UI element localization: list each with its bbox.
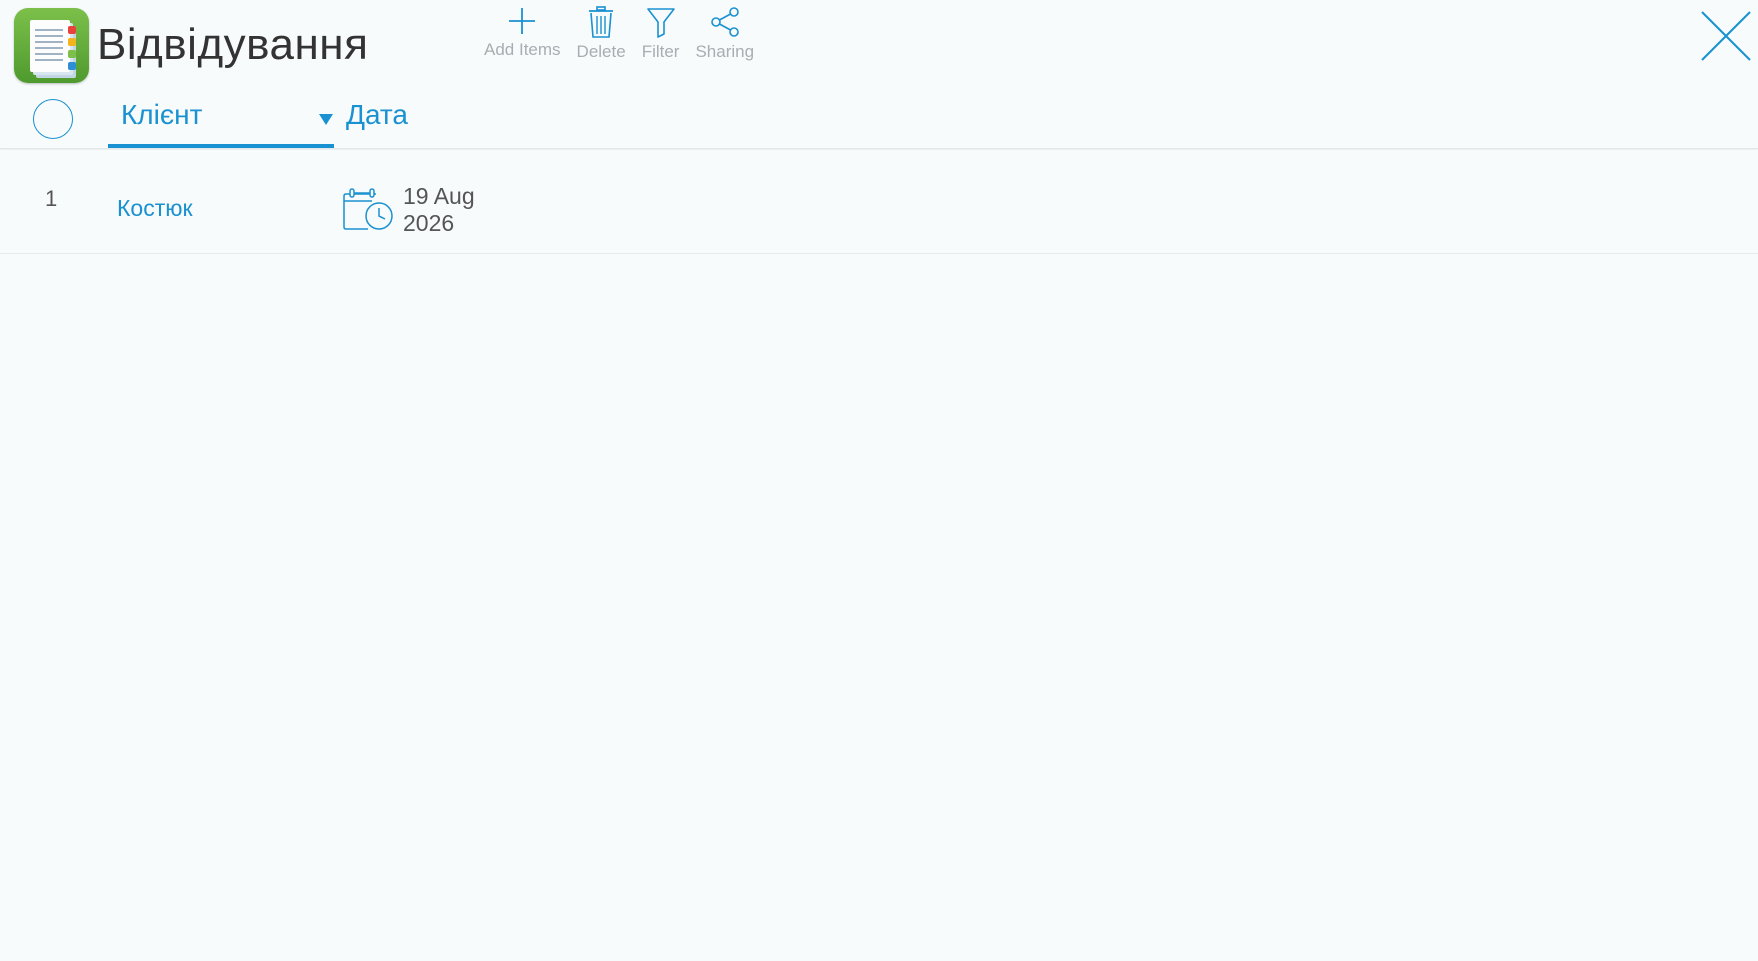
sort-descending-icon[interactable] — [319, 114, 333, 125]
column-header-row: Клієнт Дата — [0, 96, 1758, 149]
plus-icon — [509, 8, 536, 34]
filter-icon — [646, 8, 675, 38]
add-items-label: Add Items — [484, 40, 561, 59]
toolbar: Add Items Delete Filter Sharing — [476, 6, 762, 72]
calendar-clock-icon — [343, 188, 393, 230]
select-all-checkbox[interactable] — [33, 99, 73, 139]
add-items-button[interactable]: Add Items — [476, 6, 569, 72]
close-button[interactable] — [1700, 10, 1752, 62]
row-client[interactable]: Костюк — [117, 195, 193, 222]
app-window: Відвідування Add Items Delete Filter Sha… — [0, 0, 1758, 961]
row-date-year: 2026 — [403, 210, 455, 236]
sharing-label: Sharing — [695, 42, 755, 61]
share-icon — [710, 7, 739, 37]
close-icon — [1701, 11, 1751, 61]
header: Відвідування Add Items Delete Filter Sha… — [0, 0, 1758, 96]
row-number: 1 — [45, 186, 58, 211]
column-header-client-label: Клієнт — [121, 99, 203, 130]
filter-button[interactable]: Filter — [634, 6, 688, 72]
notebook-app-icon — [14, 8, 89, 83]
row-date-day-month: 19 Aug — [403, 183, 475, 209]
sharing-button[interactable]: Sharing — [687, 6, 762, 72]
column-header-date[interactable]: Дата — [346, 99, 408, 131]
delete-label: Delete — [576, 42, 626, 61]
trash-icon — [589, 6, 614, 38]
column-header-client[interactable]: Клієнт — [108, 96, 334, 148]
filter-label: Filter — [641, 42, 680, 61]
delete-button[interactable]: Delete — [569, 6, 634, 72]
page-title: Відвідування — [97, 20, 369, 69]
table-row[interactable]: 1 Костюк 19 Aug 2026 — [0, 150, 1758, 254]
row-date: 19 Aug 2026 — [403, 183, 475, 237]
